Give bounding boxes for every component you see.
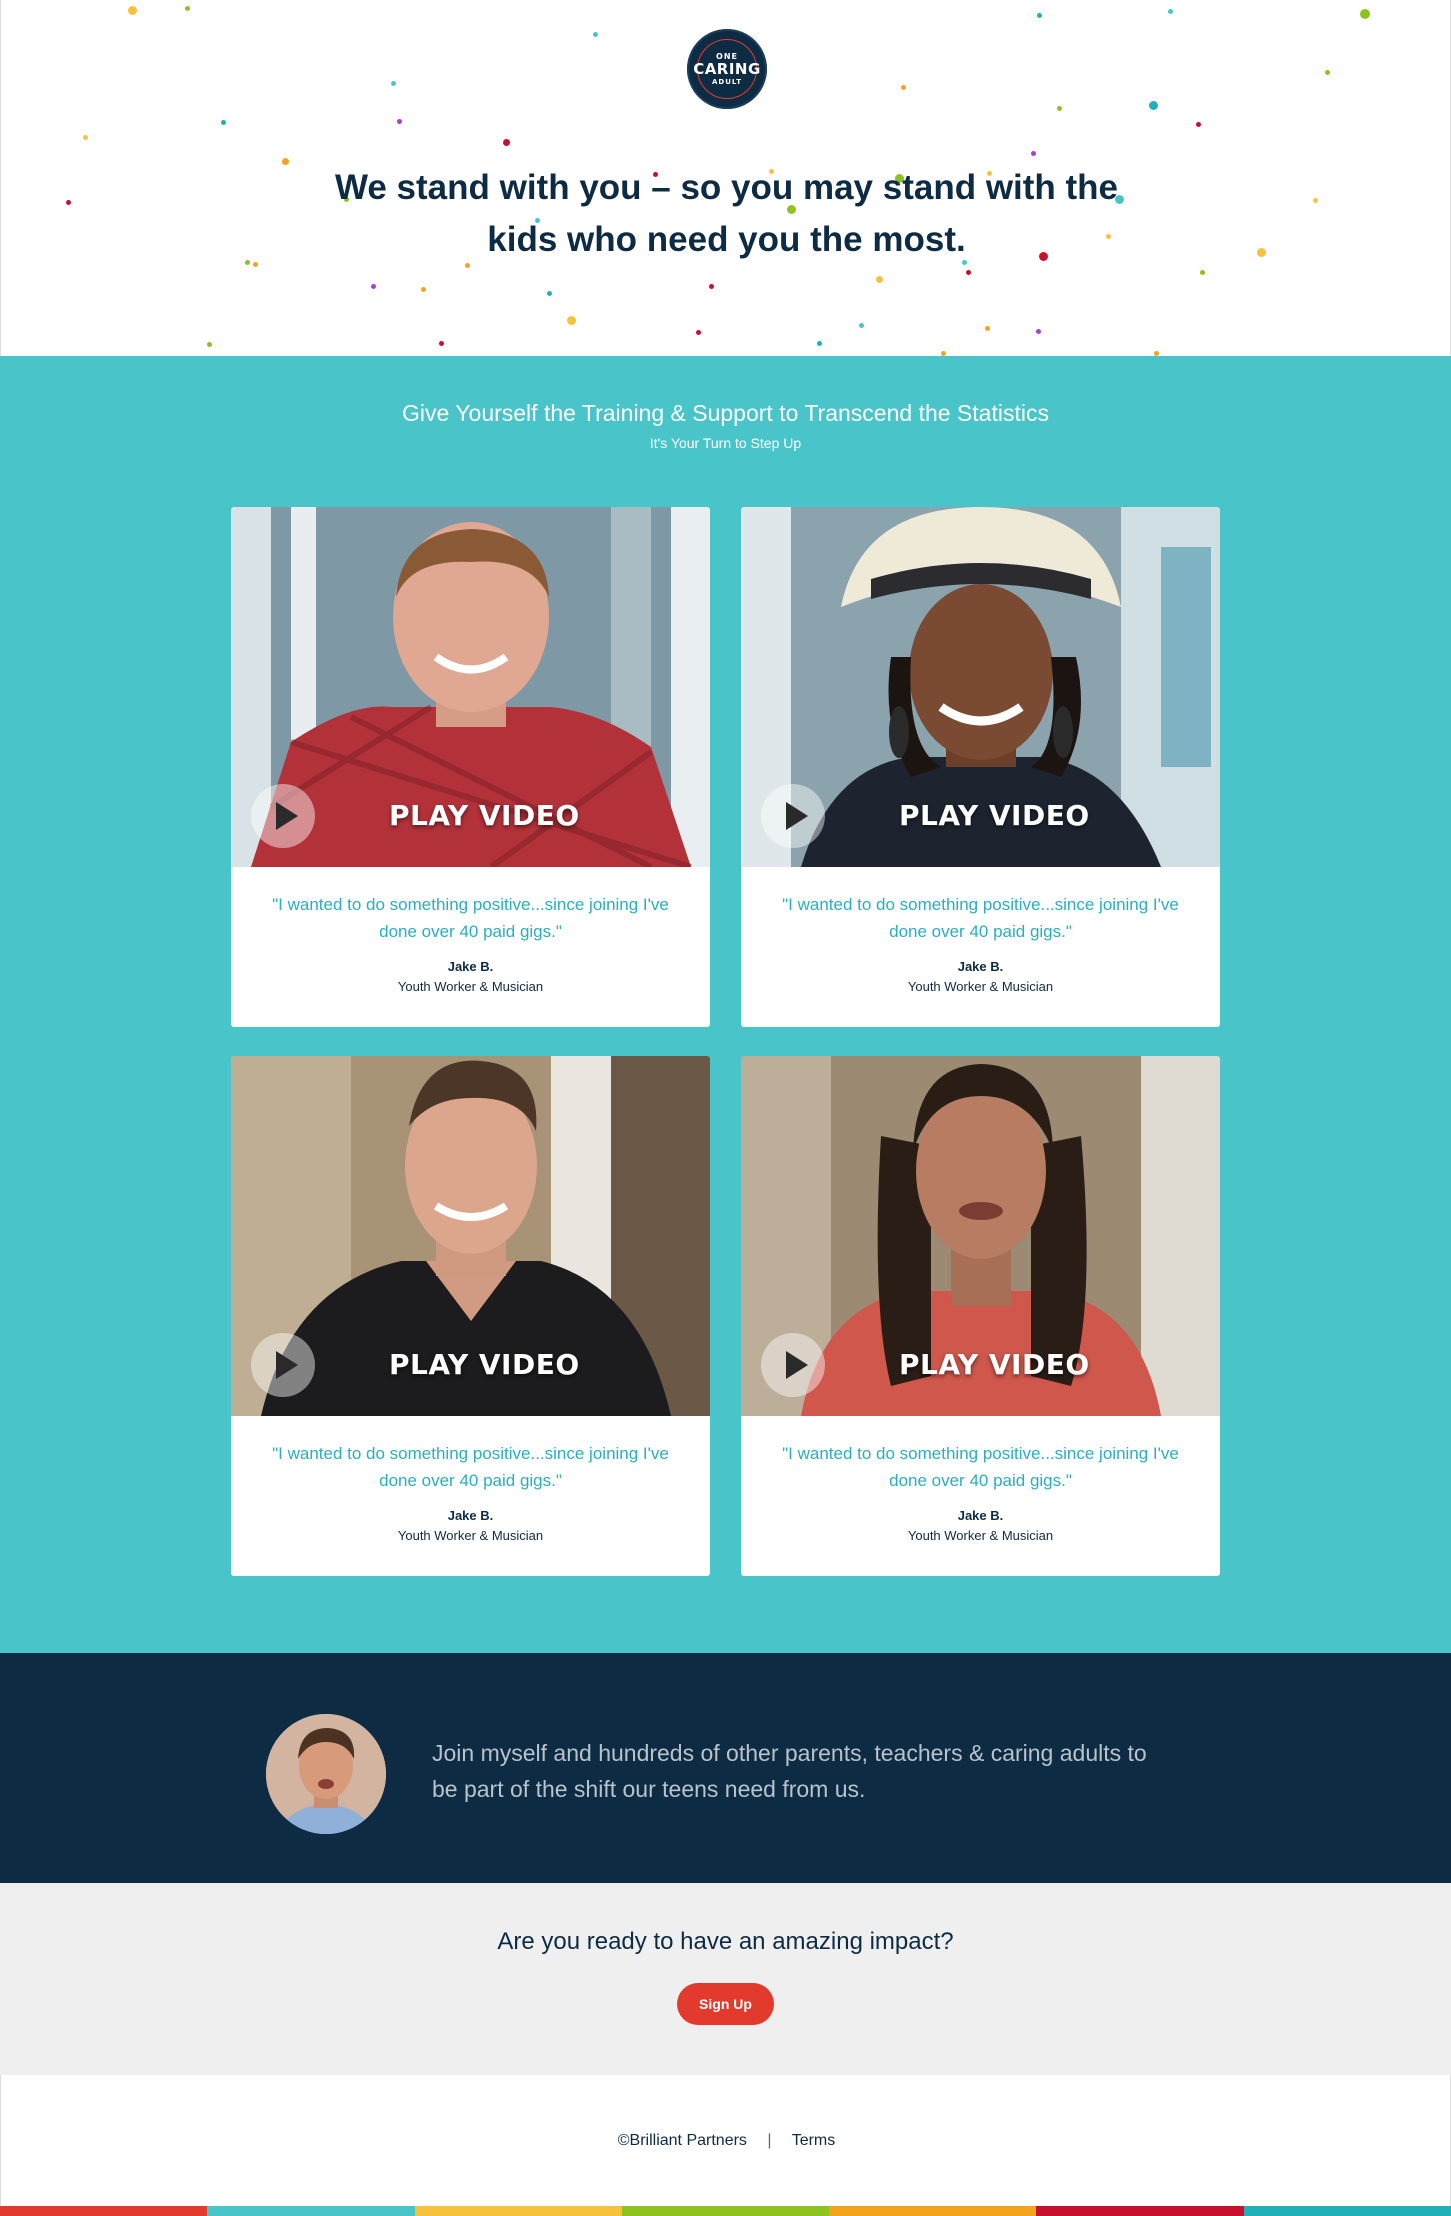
- logo-line-2: CARING: [693, 60, 761, 78]
- color-stripe: [621, 2206, 830, 2216]
- confetti-dot: [502, 138, 510, 146]
- play-button[interactable]: [761, 784, 825, 848]
- play-video-label[interactable]: PLAY VIDEO: [899, 1348, 1090, 1381]
- confetti-dot: [438, 340, 444, 346]
- confetti-dot: [875, 275, 883, 283]
- confetti-dot: [220, 119, 226, 125]
- confetti-dot: [1056, 105, 1062, 111]
- section-subheading: It's Your Turn to Step Up: [649, 435, 802, 451]
- play-button[interactable]: [251, 784, 315, 848]
- confetti-dot: [566, 315, 576, 325]
- testimonial-role: Youth Worker & Musician: [397, 1528, 544, 1543]
- confetti-dot: [206, 341, 212, 347]
- testimonial-quote: "I wanted to do something positive...sin…: [782, 1444, 1179, 1490]
- testimonial-quote: "I wanted to do something positive...sin…: [782, 895, 1179, 941]
- founder-testimonial-section: Join myself and hundreds of other parent…: [0, 1653, 1451, 1883]
- confetti-dot: [546, 290, 552, 296]
- testimonial-role: Youth Worker & Musician: [907, 979, 1054, 994]
- testimonial-name: Jake B.: [447, 959, 494, 974]
- one-caring-adult-logo[interactable]: ONE CARING ADULT: [687, 29, 767, 109]
- confetti-dot: [1167, 8, 1173, 14]
- confetti-dot: [281, 157, 289, 165]
- video-card: PLAY VIDEO "I wanted to do something pos…: [741, 507, 1220, 1027]
- color-stripe: [207, 2206, 415, 2216]
- video-card: PLAY VIDEO "I wanted to do something pos…: [741, 1056, 1220, 1576]
- play-button[interactable]: [251, 1333, 315, 1397]
- footer: ©Brilliant Partners | Terms: [0, 2075, 1451, 2206]
- color-stripe: [0, 2206, 208, 2216]
- terms-link[interactable]: Terms: [792, 2132, 836, 2149]
- confetti-dot: [1030, 150, 1036, 156]
- confetti-dot: [420, 286, 426, 292]
- color-stripe: [1036, 2206, 1244, 2216]
- confetti-dot: [396, 118, 402, 124]
- confetti-dot: [708, 283, 714, 289]
- call-to-action-section: Are you ready to have an amazing impact?…: [0, 1883, 1451, 2075]
- confetti-dot: [1153, 350, 1159, 356]
- testimonial-quote: "I wanted to do something positive...sin…: [272, 895, 669, 941]
- confetti-dot: [858, 322, 864, 328]
- section-heading: Give Yourself the Training & Support to …: [402, 400, 1049, 426]
- confetti-dot: [252, 261, 258, 267]
- hero-title: We stand with you – so you may stand wit…: [334, 168, 1119, 259]
- copyright-text: ©Brilliant Partners: [617, 2132, 747, 2149]
- confetti-dot: [1036, 12, 1042, 18]
- color-stripe: [1243, 2206, 1451, 2216]
- testimonial-role: Youth Worker & Musician: [397, 979, 544, 994]
- confetti-dot: [816, 340, 822, 346]
- confetti-dot: [1360, 9, 1370, 19]
- confetti-dot: [984, 325, 990, 331]
- confetti-dot: [127, 5, 137, 15]
- hero-section: ONE CARING ADULT We stand with you – so …: [0, 0, 1451, 356]
- play-button[interactable]: [761, 1333, 825, 1397]
- play-video-label[interactable]: PLAY VIDEO: [389, 1348, 580, 1381]
- confetti-dot: [900, 84, 906, 90]
- confetti-dot: [1312, 197, 1318, 203]
- confetti-dot: [592, 31, 598, 37]
- color-stripe: [829, 2206, 1037, 2216]
- color-stripe: [414, 2206, 622, 2216]
- play-video-label[interactable]: PLAY VIDEO: [899, 799, 1090, 832]
- confetti-dot: [695, 329, 701, 335]
- confetti-dot: [1324, 69, 1330, 75]
- logo-line-3: ADULT: [712, 78, 742, 86]
- video-thumbnail[interactable]: PLAY VIDEO: [741, 1056, 1220, 1416]
- video-thumbnail[interactable]: PLAY VIDEO: [741, 507, 1220, 867]
- confetti-dot: [82, 134, 88, 140]
- video-testimonials-section: Give Yourself the Training & Support to …: [0, 356, 1451, 1653]
- confetti-dot: [244, 259, 250, 265]
- testimonial-quote: "I wanted to do something positive...sin…: [272, 1444, 669, 1490]
- confetti-dot: [184, 5, 190, 11]
- video-thumbnail[interactable]: PLAY VIDEO: [231, 1056, 710, 1416]
- confetti-dot: [965, 269, 971, 275]
- play-video-label[interactable]: PLAY VIDEO: [389, 799, 580, 832]
- avatar: [266, 1714, 386, 1834]
- founder-quote: Join myself and hundreds of other parent…: [432, 1740, 1147, 1802]
- confetti-dot: [940, 350, 946, 356]
- testimonial-name: Jake B.: [957, 1508, 1004, 1523]
- cta-question: Are you ready to have an amazing impact?: [497, 1928, 954, 1955]
- video-card: PLAY VIDEO "I wanted to do something pos…: [231, 507, 710, 1027]
- testimonial-role: Youth Worker & Musician: [907, 1528, 1054, 1543]
- confetti-dot: [1199, 269, 1205, 275]
- testimonial-name: Jake B.: [957, 959, 1004, 974]
- sign-up-button[interactable]: Sign Up: [677, 1983, 774, 2025]
- confetti-dot: [1148, 100, 1158, 110]
- color-stripe-bar: [0, 2206, 1451, 2216]
- video-thumbnail[interactable]: PLAY VIDEO: [231, 507, 710, 867]
- testimonial-name: Jake B.: [447, 1508, 494, 1523]
- confetti-dot: [1035, 328, 1041, 334]
- confetti-dot: [390, 80, 396, 86]
- footer-separator: |: [767, 2132, 772, 2149]
- smiling-man-avatar-icon: [266, 1714, 386, 1834]
- footer-links: ©Brilliant Partners | Terms: [1, 2132, 1451, 2150]
- confetti-dot: [1195, 121, 1201, 127]
- confetti-dot: [65, 199, 71, 205]
- video-card: PLAY VIDEO "I wanted to do something pos…: [231, 1056, 710, 1576]
- confetti-dot: [370, 283, 376, 289]
- confetti-dot: [1256, 247, 1266, 257]
